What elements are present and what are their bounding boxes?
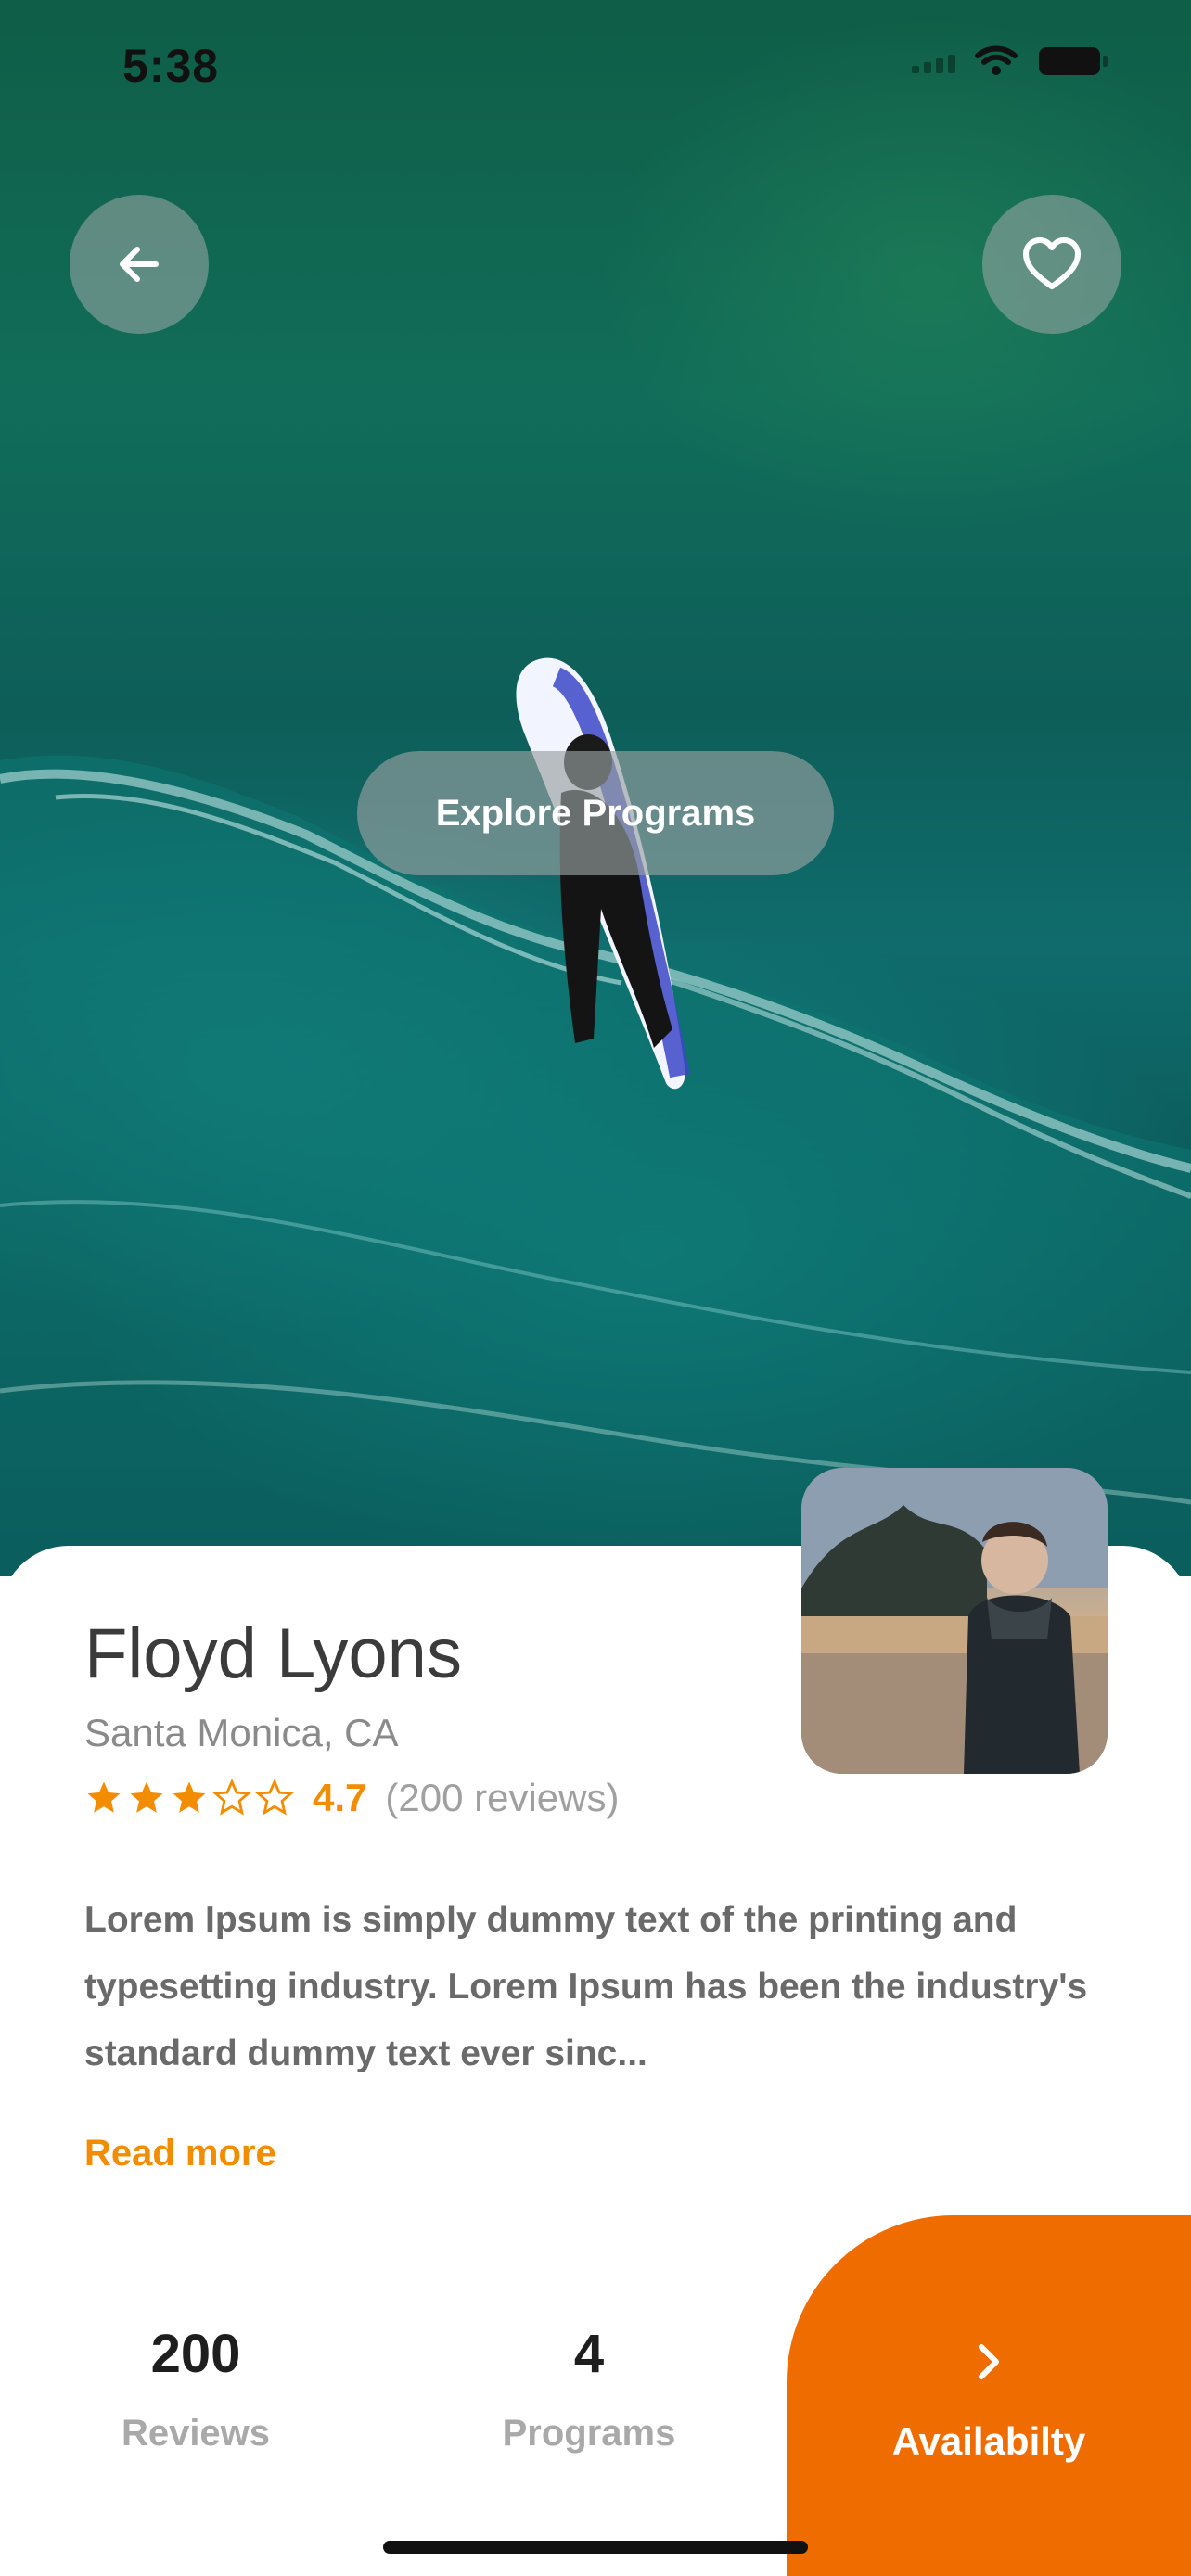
stat-reviews-value: 200 — [150, 2324, 241, 2384]
reviews-count: (200 reviews) — [385, 1776, 620, 1819]
profile-description: Lorem Ipsum is simply dummy text of the … — [84, 1900, 1088, 2073]
profile-location: Santa Monica, CA — [84, 1711, 399, 1754]
star-icon — [130, 1781, 163, 1813]
back-arrow-icon — [120, 247, 159, 282]
availability-button[interactable]: Availabilty — [787, 2215, 1191, 2576]
hero-image: 5:38 Explore Programs — [0, 0, 1191, 1576]
rating-row: 4.7 (200 reviews) — [84, 1776, 619, 1820]
home-indicator — [383, 2541, 808, 2554]
battery-icon — [1039, 47, 1108, 75]
back-button[interactable] — [70, 195, 209, 334]
signal-icon — [912, 49, 955, 73]
status-icons — [912, 45, 1109, 78]
stat-programs-value: 4 — [573, 2324, 605, 2384]
star-outline-icon — [212, 1779, 251, 1816]
stat-reviews-label: Reviews — [121, 2413, 271, 2454]
wifi-icon — [975, 45, 1018, 75]
profile-name: Floyd Lyons — [84, 1614, 462, 1693]
status-time: 5:38 — [122, 40, 220, 92]
stat-reviews[interactable]: 200 Reviews — [84, 2323, 307, 2455]
star-rating — [84, 1779, 294, 1817]
star-outline-icon — [255, 1779, 294, 1816]
explore-programs-button[interactable]: Explore Programs — [357, 751, 834, 875]
star-icon — [87, 1781, 121, 1813]
chevron-right-icon — [979, 2344, 999, 2379]
rating-value: 4.7 — [313, 1776, 367, 1819]
heart-icon — [1023, 237, 1081, 289]
stat-programs[interactable]: 4 Programs — [478, 2323, 700, 2455]
availability-label: Availabilty — [891, 2419, 1086, 2463]
favorite-button[interactable] — [982, 195, 1121, 334]
read-more-link[interactable]: Read more — [84, 2133, 276, 2174]
avatar — [801, 1468, 1108, 1774]
stat-programs-label: Programs — [502, 2413, 676, 2454]
star-icon — [173, 1781, 206, 1813]
